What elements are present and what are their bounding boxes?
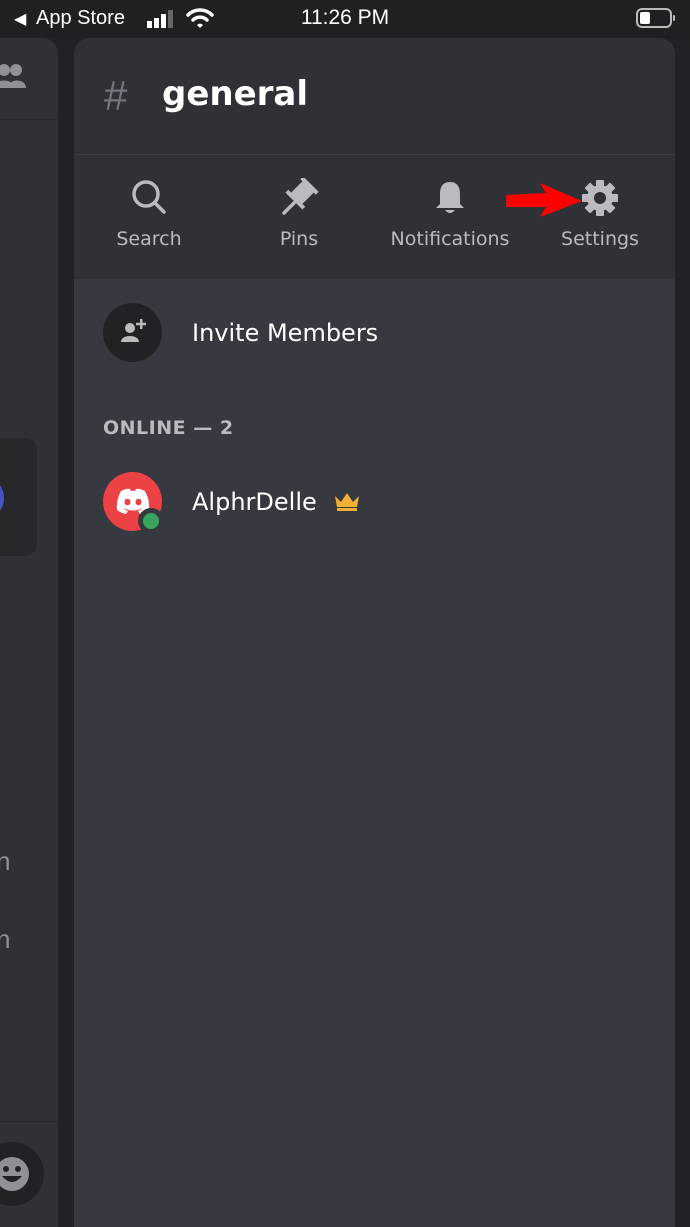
online-section-header: ONLINE — 2 <box>103 417 234 439</box>
notifications-button[interactable]: Notifications <box>375 178 525 268</box>
emoji-button[interactable] <box>0 1142 44 1206</box>
invite-members-button[interactable]: Invite Members <box>74 292 675 372</box>
add-user-icon <box>121 319 146 342</box>
channel-info-panel: # general Search Pins Notifications Sett… <box>74 38 675 1227</box>
text-channel-icon: # <box>104 72 128 119</box>
member-list-item[interactable]: AlphrDelle <box>74 466 675 538</box>
status-bar: ◀ App Store 11:26 PM <box>0 0 690 38</box>
search-button[interactable]: Search <box>74 178 224 268</box>
online-status-indicator <box>138 508 164 534</box>
crown-icon <box>335 493 359 511</box>
pin-icon <box>282 178 319 215</box>
search-label: Search <box>116 228 182 250</box>
gear-icon <box>582 180 618 216</box>
server-icon-ring <box>0 476 4 520</box>
pins-button[interactable]: Pins <box>224 178 374 268</box>
channel-title-row: # general <box>74 38 675 155</box>
emoji-icon <box>0 1157 29 1191</box>
search-icon <box>132 180 166 214</box>
channel-list-footer <box>0 1121 58 1227</box>
channel-actions: Search Pins Notifications Settings <box>74 156 675 279</box>
members-icon[interactable] <box>0 62 26 90</box>
member-name: AlphrDelle <box>192 488 317 516</box>
battery-icon <box>636 8 675 28</box>
channel-list-header <box>0 38 58 120</box>
channel-list-panel: n n <box>0 38 58 1227</box>
clock: 11:26 PM <box>300 6 390 29</box>
channel-partial-text[interactable]: n <box>0 924 10 955</box>
channel-name: general <box>162 74 309 114</box>
bell-icon <box>436 182 464 213</box>
invite-icon-circle <box>103 303 162 362</box>
notifications-label: Notifications <box>390 228 510 250</box>
red-arrow-annotation <box>506 183 582 217</box>
server-card[interactable] <box>0 438 37 556</box>
settings-label: Settings <box>561 228 639 250</box>
invite-members-label: Invite Members <box>192 319 379 347</box>
pins-label: Pins <box>279 228 319 250</box>
panel-header: # general Search Pins Notifications Sett… <box>74 38 675 279</box>
channel-partial-text[interactable]: n <box>0 846 10 877</box>
